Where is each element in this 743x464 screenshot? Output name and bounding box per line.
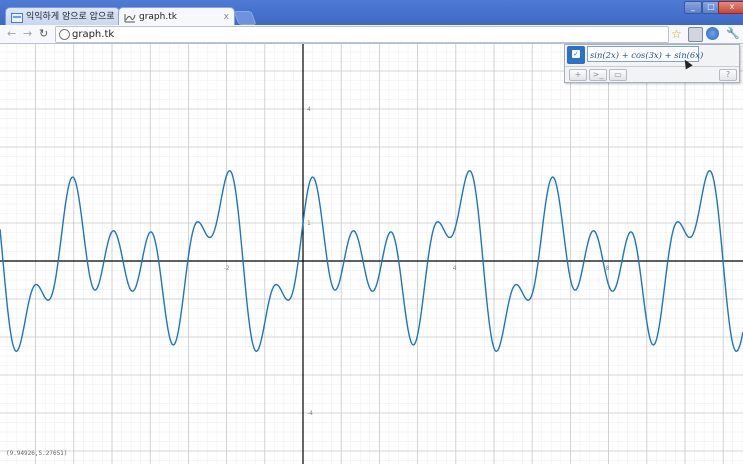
address-url: graph.tk — [72, 29, 115, 40]
tab-strip: 익익하게 암으로 압으로 나 x graph.tk x _ □ x — [0, 0, 743, 25]
browser-toolbar: ← → ↻ graph.tk ☆ 🔧 — [0, 25, 743, 44]
back-arrow-icon[interactable]: ← — [7, 25, 16, 43]
x-tick-label: -2 — [224, 265, 230, 272]
add-function-button[interactable]: + — [569, 69, 587, 81]
y-tick-label: 1 — [307, 220, 311, 227]
page-favicon-icon — [11, 12, 23, 23]
function-visible-checkbox[interactable]: ✓ — [567, 46, 585, 64]
x-tick-label: 4 — [453, 265, 457, 272]
reload-icon[interactable]: ↻ — [39, 25, 48, 43]
function-toolbar: + >_ ▭ ? — [565, 66, 739, 83]
function-panel: ✓ sin(2x) + cos(3x) + sin(6x) + >_ ▭ ? — [564, 44, 740, 83]
y-tick-label: 4 — [307, 106, 311, 113]
screenshot-button[interactable]: ▭ — [609, 69, 627, 81]
tab-graph-tk[interactable]: graph.tk x — [118, 7, 235, 25]
help-button[interactable]: ? — [719, 69, 737, 81]
graph-canvas[interactable]: -2 4 8 4 1 -4 (9.94926,5.27651) — [0, 44, 743, 464]
globe-icon — [59, 29, 70, 40]
address-bar[interactable]: graph.tk — [55, 26, 669, 43]
x-tick-label: 8 — [606, 265, 610, 272]
new-tab-button[interactable] — [233, 11, 257, 25]
console-button[interactable]: >_ — [589, 69, 607, 81]
window-close-button[interactable]: x — [718, 1, 743, 14]
wrench-icon[interactable]: 🔧 — [726, 25, 740, 43]
forward-arrow-icon[interactable]: → — [23, 25, 32, 43]
extension-icon[interactable] — [706, 27, 719, 40]
tab-close-icon[interactable]: x — [109, 8, 114, 25]
axes — [0, 44, 743, 464]
graph-favicon-icon — [124, 12, 136, 23]
minimize-button[interactable]: _ — [684, 1, 702, 14]
tab-korean-page[interactable]: 익익하게 암으로 압으로 나 x — [5, 7, 120, 25]
graph-plot[interactable]: -2 4 8 4 1 -4 — [0, 44, 743, 464]
coordinate-readout: (9.94926,5.27651) — [6, 450, 68, 457]
tab-close-icon[interactable]: x — [224, 8, 229, 25]
tab-label: 익익하게 암으로 압으로 나 — [26, 12, 120, 22]
bookmark-star-icon[interactable]: ☆ — [671, 25, 682, 43]
tab-label: graph.tk — [139, 12, 177, 22]
grid — [0, 44, 743, 464]
page-action-icon[interactable] — [688, 27, 703, 42]
y-tick-label: -4 — [307, 410, 313, 417]
